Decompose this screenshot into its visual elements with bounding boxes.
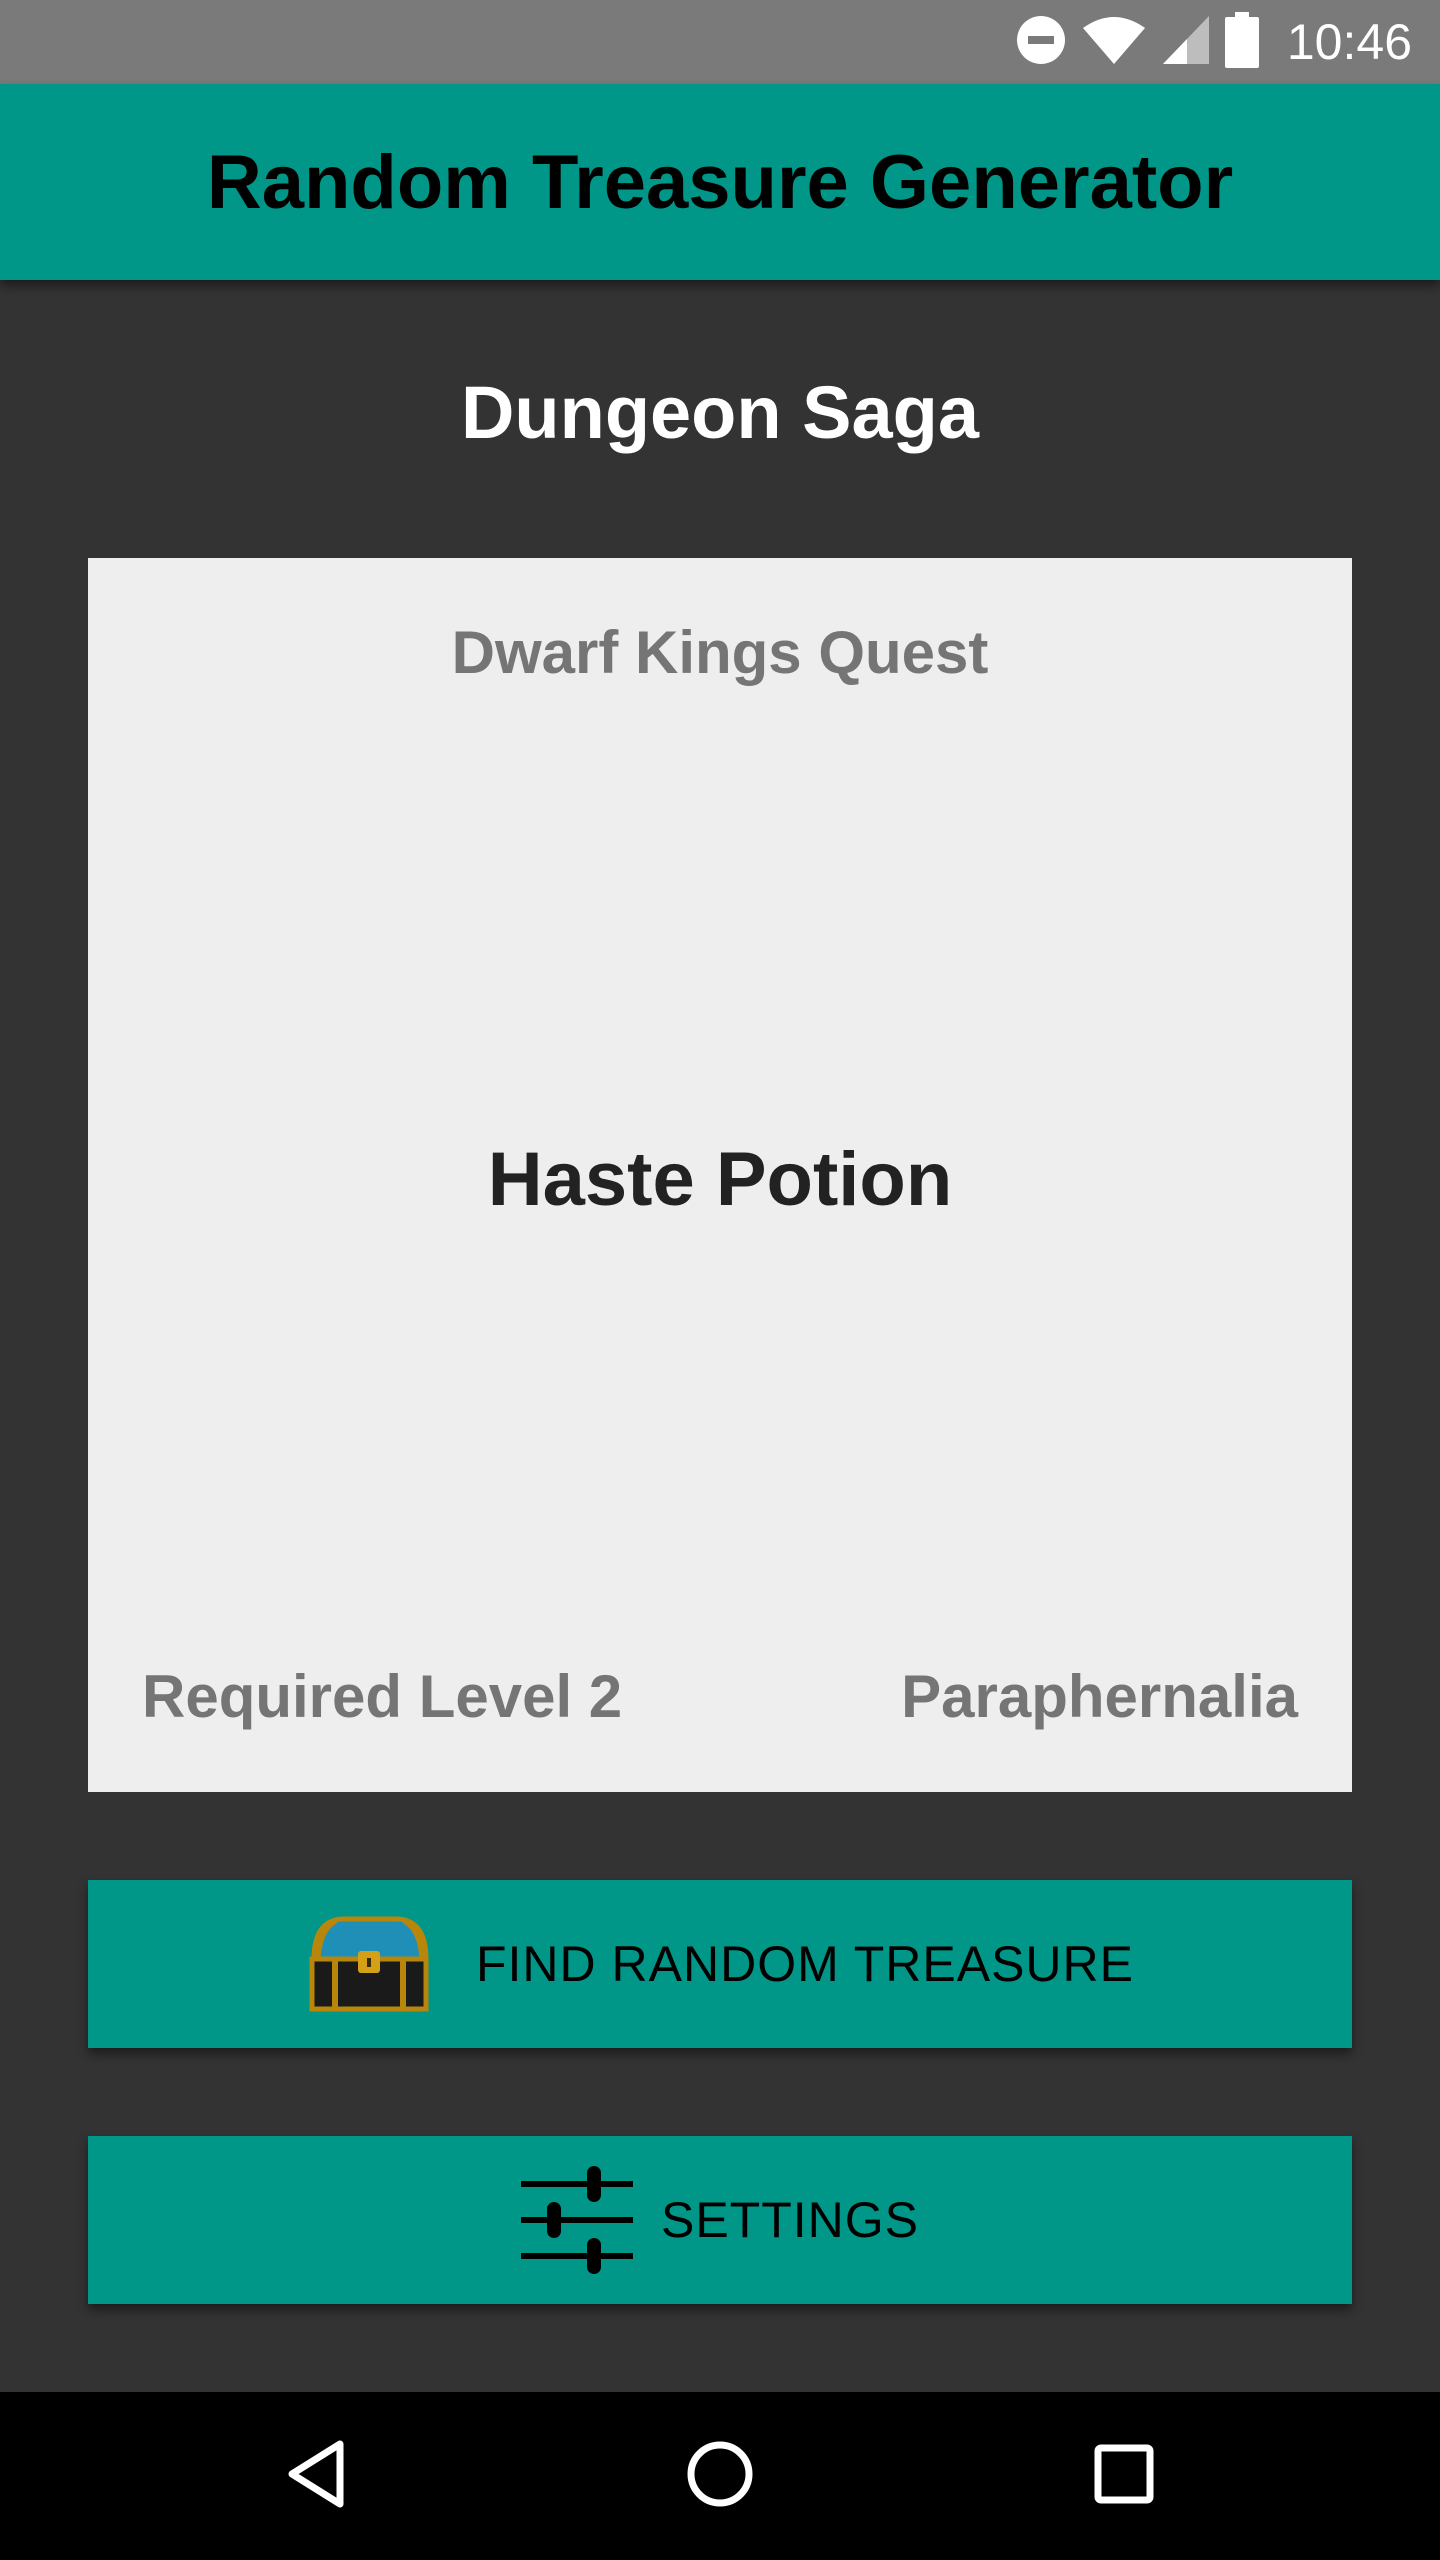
treasure-card: Dwarf Kings Quest Haste Potion Required … <box>88 558 1352 1792</box>
back-icon <box>286 2440 346 2513</box>
battery-icon <box>1224 11 1259 73</box>
navigation-bar <box>0 2392 1440 2560</box>
app-bar: Random Treasure Generator <box>0 84 1440 280</box>
screen: 10:46 Random Treasure Generator Dungeon … <box>0 0 1440 2560</box>
settings-label: SETTINGS <box>660 2192 920 2248</box>
recents-button[interactable] <box>1044 2392 1204 2560</box>
required-level: Required Level 2 <box>142 1663 623 1730</box>
status-time: 10:46 <box>1286 14 1412 70</box>
find-random-treasure-label: FIND RANDOM TREASURE <box>475 1936 1134 1992</box>
home-icon <box>686 2440 754 2513</box>
item-name: Haste Potion <box>487 1137 953 1222</box>
home-button[interactable] <box>640 2392 800 2560</box>
sliders-icon <box>520 2164 633 2276</box>
signal-icon <box>1161 14 1211 71</box>
app-title: Random Treasure Generator <box>206 139 1234 225</box>
expansion-name: Dwarf Kings Quest <box>451 619 989 686</box>
wifi-icon <box>1081 14 1147 71</box>
do-not-disturb-icon <box>1015 14 1067 71</box>
recents-icon <box>1094 2444 1154 2509</box>
settings-button[interactable]: SETTINGS <box>88 2136 1352 2304</box>
back-button[interactable] <box>236 2392 396 2560</box>
find-random-treasure-button[interactable]: FIND RANDOM TREASURE <box>88 1880 1352 2048</box>
game-name: Dungeon Saga <box>460 371 980 454</box>
status-icons: 10:46 <box>1015 0 1412 84</box>
item-type: Paraphernalia <box>901 1663 1298 1730</box>
treasure-chest-icon <box>306 1915 432 2013</box>
status-bar: 10:46 <box>0 0 1440 84</box>
